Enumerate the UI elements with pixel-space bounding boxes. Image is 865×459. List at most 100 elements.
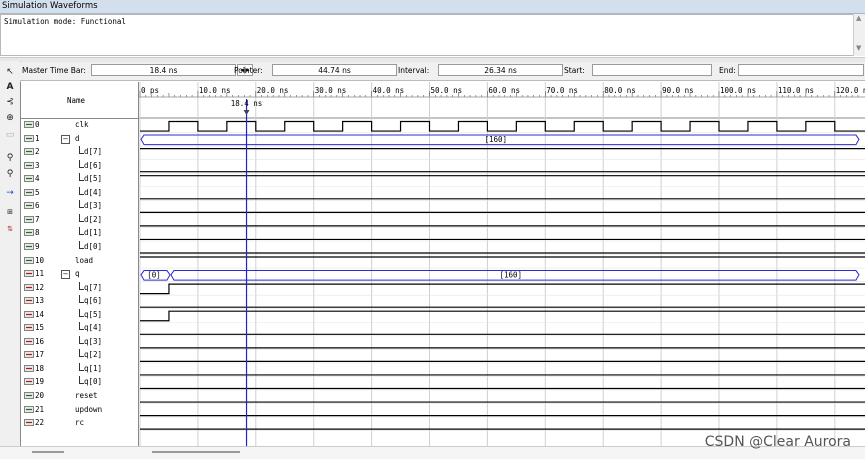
output-pin-icon <box>24 364 34 373</box>
signal-index: 8 <box>35 228 40 238</box>
time-tick-label: 100.0 ns <box>720 86 756 95</box>
signal-index: 20 <box>35 391 45 400</box>
group-icon[interactable]: ⊞ <box>3 207 17 218</box>
input-pin-icon <box>24 215 34 224</box>
signal-index: 11 <box>35 269 45 279</box>
signal-index: 4 <box>35 174 40 184</box>
signal-row[interactable]: 15 q[4] <box>20 322 138 335</box>
collapse-icon[interactable]: − <box>61 134 70 144</box>
signal-index: 16 <box>35 336 45 346</box>
input-pin-icon <box>24 256 34 265</box>
signal-name: q[7] <box>84 282 103 292</box>
signal-waveform <box>140 283 865 295</box>
time-bar: Master Time Bar: 18.4 ns ◂|▸ Pointer: 44… <box>20 62 865 81</box>
signal-name: q[6] <box>84 296 103 306</box>
scroll-down-icon[interactable]: ▼ <box>856 44 861 52</box>
start-field[interactable] <box>592 64 712 76</box>
signal-row[interactable]: 2 d[7] <box>20 146 138 159</box>
signal-row[interactable]: 20 reset <box>20 390 138 403</box>
window-title: Simulation Waveforms <box>2 1 98 11</box>
time-tick-label: 40.0 ns <box>373 86 405 95</box>
input-pin-icon <box>24 201 34 210</box>
input-pin-icon <box>24 174 34 183</box>
time-tick-label: 10.0 ns <box>199 86 231 95</box>
signal-row[interactable]: 13 q[6] <box>20 295 138 308</box>
input-pin-icon <box>24 188 34 197</box>
bus-value-label: [160] <box>499 271 522 280</box>
name-scroll-thumb[interactable] <box>32 451 64 453</box>
collapse-icon[interactable]: − <box>61 270 70 280</box>
time-tick-label: 120.0 ns <box>836 86 865 95</box>
find-next-icon[interactable]: ⚲ <box>3 169 17 180</box>
signal-row[interactable]: 17 q[2] <box>20 349 138 362</box>
output-pin-icon <box>24 337 34 346</box>
signal-row[interactable]: 9 d[0] <box>20 240 138 254</box>
interval-field[interactable]: 26.34 ns <box>438 64 563 76</box>
signal-row[interactable]: 8 d[1] <box>20 227 138 240</box>
text-tool-icon[interactable]: A <box>3 82 17 93</box>
master-time-bar-label: Master Time Bar: <box>22 66 86 75</box>
signal-row[interactable]: 5 d[4] <box>20 186 138 200</box>
signal-index: 21 <box>35 404 45 414</box>
signal-index: 7 <box>35 214 40 224</box>
signal-name: d[2] <box>84 214 103 224</box>
signal-name: reset <box>75 391 98 400</box>
signal-row[interactable]: 22 rc <box>20 417 138 430</box>
signal-row[interactable]: 12 q[7] <box>20 281 138 295</box>
input-pin-icon <box>24 228 34 237</box>
signal-name: q[1] <box>84 363 103 373</box>
signal-index: 5 <box>35 187 40 197</box>
signal-index: 18 <box>35 363 45 373</box>
signal-index: 3 <box>35 160 40 170</box>
output-pin-icon <box>24 418 34 427</box>
interval-label: Interval: <box>398 66 430 75</box>
signal-row[interactable]: 7 d[2] <box>20 213 138 227</box>
find-icon[interactable]: ⚲ <box>3 153 17 164</box>
signal-row[interactable]: 4 d[5] <box>20 173 138 186</box>
signal-row[interactable]: 0 clk <box>20 119 138 132</box>
signal-name: q[4] <box>84 323 103 333</box>
time-tick-label: 20.0 ns <box>257 86 289 95</box>
signal-row[interactable]: 14 q[5] <box>20 308 138 322</box>
signal-row[interactable]: 3 d[6] <box>20 159 138 173</box>
signal-row[interactable]: 18 q[1] <box>20 362 138 376</box>
time-tick-label: 0 ps <box>141 86 159 95</box>
signal-name: q[2] <box>84 350 103 360</box>
signal-row[interactable]: 6 d[3] <box>20 200 138 213</box>
signal-name: d[5] <box>84 174 103 184</box>
signal-index: 17 <box>35 350 45 360</box>
waveform-area[interactable]: 0 ps 10.0 ns 20.0 ns 30.0 ns 40.0 ns 50.0 ns 6… <box>139 82 865 446</box>
start-label: Start: <box>564 66 585 75</box>
copy-icon[interactable]: ▭ <box>3 130 17 141</box>
waveform-editing-tool-icon[interactable]: ⊰ <box>3 97 17 108</box>
output-pin-icon <box>24 310 34 319</box>
zoom-tool-icon[interactable]: ⊕ <box>3 113 17 124</box>
sort-icon[interactable]: ⇅ <box>3 224 17 235</box>
wave-scroll-thumb[interactable] <box>152 451 240 453</box>
signal-index: 15 <box>35 323 45 333</box>
window-titlebar: Simulation Waveforms <box>0 0 865 14</box>
signal-row[interactable]: 10 load <box>20 255 138 268</box>
signal-index: 13 <box>35 296 45 306</box>
cursor-marker-icon <box>243 110 250 115</box>
signal-index: 14 <box>35 309 45 319</box>
signal-row[interactable]: 21 updown <box>20 404 138 417</box>
arrow-right-icon[interactable]: → <box>3 188 17 199</box>
signal-row[interactable]: 11 − q <box>20 268 138 281</box>
output-pin-icon <box>24 350 34 359</box>
master-time-bar-field[interactable]: 18.4 ns <box>91 64 236 76</box>
signal-name: q[3] <box>84 336 103 346</box>
signal-name: q[0] <box>84 377 103 387</box>
time-tick-label: 80.0 ns <box>604 86 636 95</box>
signal-row[interactable]: 19 q[0] <box>20 376 138 389</box>
cursor-time-label: 18.4 ns <box>231 99 263 108</box>
selection-tool-icon[interactable]: ↖ <box>3 67 17 78</box>
end-field[interactable] <box>738 64 864 76</box>
message-scrollbar[interactable]: ▲ ▼ <box>853 14 865 56</box>
output-pin-icon <box>24 377 34 386</box>
pointer-field[interactable]: 44.74 ns <box>272 64 397 76</box>
signal-row[interactable]: 16 q[3] <box>20 335 138 349</box>
scroll-up-icon[interactable]: ▲ <box>856 14 861 22</box>
input-pin-icon <box>24 391 34 400</box>
signal-row[interactable]: 1 − d <box>20 133 138 146</box>
